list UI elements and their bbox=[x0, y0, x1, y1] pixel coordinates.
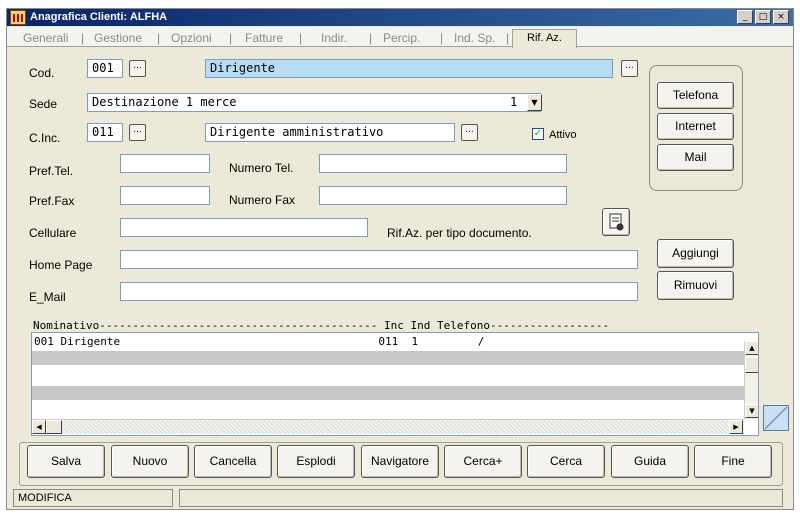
cancella-button[interactable]: Cancella bbox=[194, 445, 272, 478]
attivo-label: Attivo bbox=[549, 129, 577, 141]
email-label: E_Mail bbox=[29, 290, 66, 304]
tab-strip: Generali | Gestione | Opzioni | Fatture … bbox=[7, 27, 793, 48]
salva-button[interactable]: Salva bbox=[27, 445, 105, 478]
cod-lookup-button[interactable]: ... bbox=[129, 60, 146, 77]
tab-separator: | bbox=[369, 31, 373, 45]
app-icon bbox=[10, 10, 26, 25]
cerca-button[interactable]: Cerca bbox=[527, 445, 605, 478]
rif-az-list[interactable]: 001 Dirigente 011 1 / ▲ ▼ ◀ ▶ bbox=[31, 332, 759, 436]
rimuovi-button[interactable]: Rimuovi bbox=[657, 271, 734, 300]
window-title: Anagrafica Clienti: ALFHA bbox=[30, 11, 168, 23]
tab-generali[interactable]: Generali bbox=[23, 31, 68, 45]
sede-value: Destinazione 1 merce bbox=[92, 95, 237, 109]
pref-fax-label: Pref.Fax bbox=[29, 194, 75, 208]
list-item[interactable] bbox=[32, 404, 744, 418]
cod-label: Cod. bbox=[29, 66, 55, 80]
vertical-scrollbar[interactable]: ▲ ▼ bbox=[744, 341, 758, 419]
cinc-label: C.Inc. bbox=[29, 131, 61, 145]
sede-number: 1 bbox=[510, 95, 518, 109]
tab-gestione[interactable]: Gestione bbox=[94, 31, 142, 45]
tab-ind-sp[interactable]: Ind. Sp. bbox=[454, 31, 495, 45]
email-field[interactable] bbox=[120, 282, 638, 301]
tab-indir[interactable]: Indir. bbox=[321, 31, 347, 45]
cinc-field[interactable]: 011 bbox=[87, 123, 123, 142]
cellulare-label: Cellulare bbox=[29, 226, 77, 240]
pref-fax-field[interactable] bbox=[120, 186, 210, 205]
nuovo-button[interactable]: Nuovo bbox=[111, 445, 189, 478]
list-item[interactable] bbox=[32, 386, 744, 400]
cinc-lookup-button[interactable]: ... bbox=[129, 124, 146, 141]
numero-fax-label: Numero Fax bbox=[229, 193, 296, 207]
scroll-right-icon[interactable]: ▶ bbox=[729, 420, 743, 434]
tab-percip[interactable]: Percip. bbox=[383, 31, 420, 45]
home-page-field[interactable] bbox=[120, 250, 638, 269]
list-item[interactable] bbox=[32, 369, 744, 383]
sede-label: Sede bbox=[29, 97, 58, 111]
tab-separator: | bbox=[506, 31, 510, 45]
checkbox-checked-icon[interactable]: ✓ bbox=[532, 128, 544, 140]
numero-tel-field[interactable] bbox=[319, 154, 567, 173]
status-message bbox=[179, 489, 783, 507]
rif-az-tipo-doc-label: Rif.Az. per tipo documento. bbox=[387, 226, 532, 240]
cod-description-field[interactable]: Dirigente bbox=[205, 59, 613, 78]
maximize-button[interactable]: □ bbox=[755, 10, 771, 24]
home-page-label: Home Page bbox=[29, 258, 93, 272]
sede-combobox[interactable]: Destinazione 1 merce 1 bbox=[87, 93, 541, 112]
tab-rif-az[interactable]: Rif. Az. bbox=[512, 29, 577, 48]
tab-separator: | bbox=[157, 31, 161, 45]
title-bar[interactable]: Anagrafica Clienti: ALFHA _ □ × bbox=[7, 9, 793, 26]
cod-field[interactable]: 001 bbox=[87, 59, 123, 78]
numero-fax-field[interactable] bbox=[319, 186, 567, 205]
tab-opzioni[interactable]: Opzioni bbox=[171, 31, 212, 45]
pref-tel-label: Pref.Tel. bbox=[29, 164, 74, 178]
fine-button[interactable]: Fine bbox=[694, 445, 772, 478]
tab-separator: | bbox=[299, 31, 303, 45]
pref-tel-field[interactable] bbox=[120, 154, 210, 173]
resize-grip-icon[interactable] bbox=[763, 405, 789, 431]
close-button[interactable]: × bbox=[773, 10, 789, 24]
scroll-down-icon[interactable]: ▼ bbox=[745, 404, 758, 418]
scroll-up-icon[interactable]: ▲ bbox=[745, 341, 758, 355]
scroll-thumb[interactable] bbox=[745, 357, 758, 373]
list-item[interactable]: 001 Dirigente 011 1 / bbox=[32, 335, 744, 349]
aggiungi-button[interactable]: Aggiungi bbox=[657, 239, 734, 268]
dropdown-arrow-icon[interactable]: ▼ bbox=[527, 94, 542, 111]
numero-tel-label: Numero Tel. bbox=[229, 161, 294, 175]
scroll-left-icon[interactable]: ◀ bbox=[32, 420, 46, 434]
tab-separator: | bbox=[229, 31, 233, 45]
guida-button[interactable]: Guida bbox=[611, 445, 689, 478]
mail-button[interactable]: Mail bbox=[657, 144, 734, 171]
cellulare-field[interactable] bbox=[120, 218, 368, 237]
list-header: Nominativo------------------------------… bbox=[33, 319, 610, 332]
cinc-description-field[interactable]: Dirigente amministrativo bbox=[205, 123, 455, 142]
status-mode: MODIFICA bbox=[13, 489, 173, 507]
tab-separator: | bbox=[440, 31, 444, 45]
navigatore-button[interactable]: Navigatore bbox=[361, 445, 439, 478]
horizontal-scrollbar[interactable]: ◀ ▶ bbox=[32, 419, 744, 434]
cinc-desc-lookup-button[interactable]: ... bbox=[461, 124, 478, 141]
cerca-plus-button[interactable]: Cerca+ bbox=[444, 445, 522, 478]
telefona-button[interactable]: Telefona bbox=[657, 82, 734, 109]
esplodi-button[interactable]: Esplodi bbox=[277, 445, 355, 478]
list-item[interactable] bbox=[32, 351, 744, 365]
tab-fatture[interactable]: Fatture bbox=[245, 31, 283, 45]
document-link-button[interactable] bbox=[602, 208, 630, 236]
internet-button[interactable]: Internet bbox=[657, 113, 734, 140]
document-link-icon bbox=[609, 213, 624, 231]
cod-desc-lookup-button[interactable]: ... bbox=[621, 60, 638, 77]
main-window: Anagrafica Clienti: ALFHA _ □ × Generali… bbox=[6, 8, 794, 510]
minimize-button[interactable]: _ bbox=[737, 10, 753, 24]
scroll-h-thumb[interactable] bbox=[46, 420, 62, 434]
tab-separator: | bbox=[81, 31, 85, 45]
